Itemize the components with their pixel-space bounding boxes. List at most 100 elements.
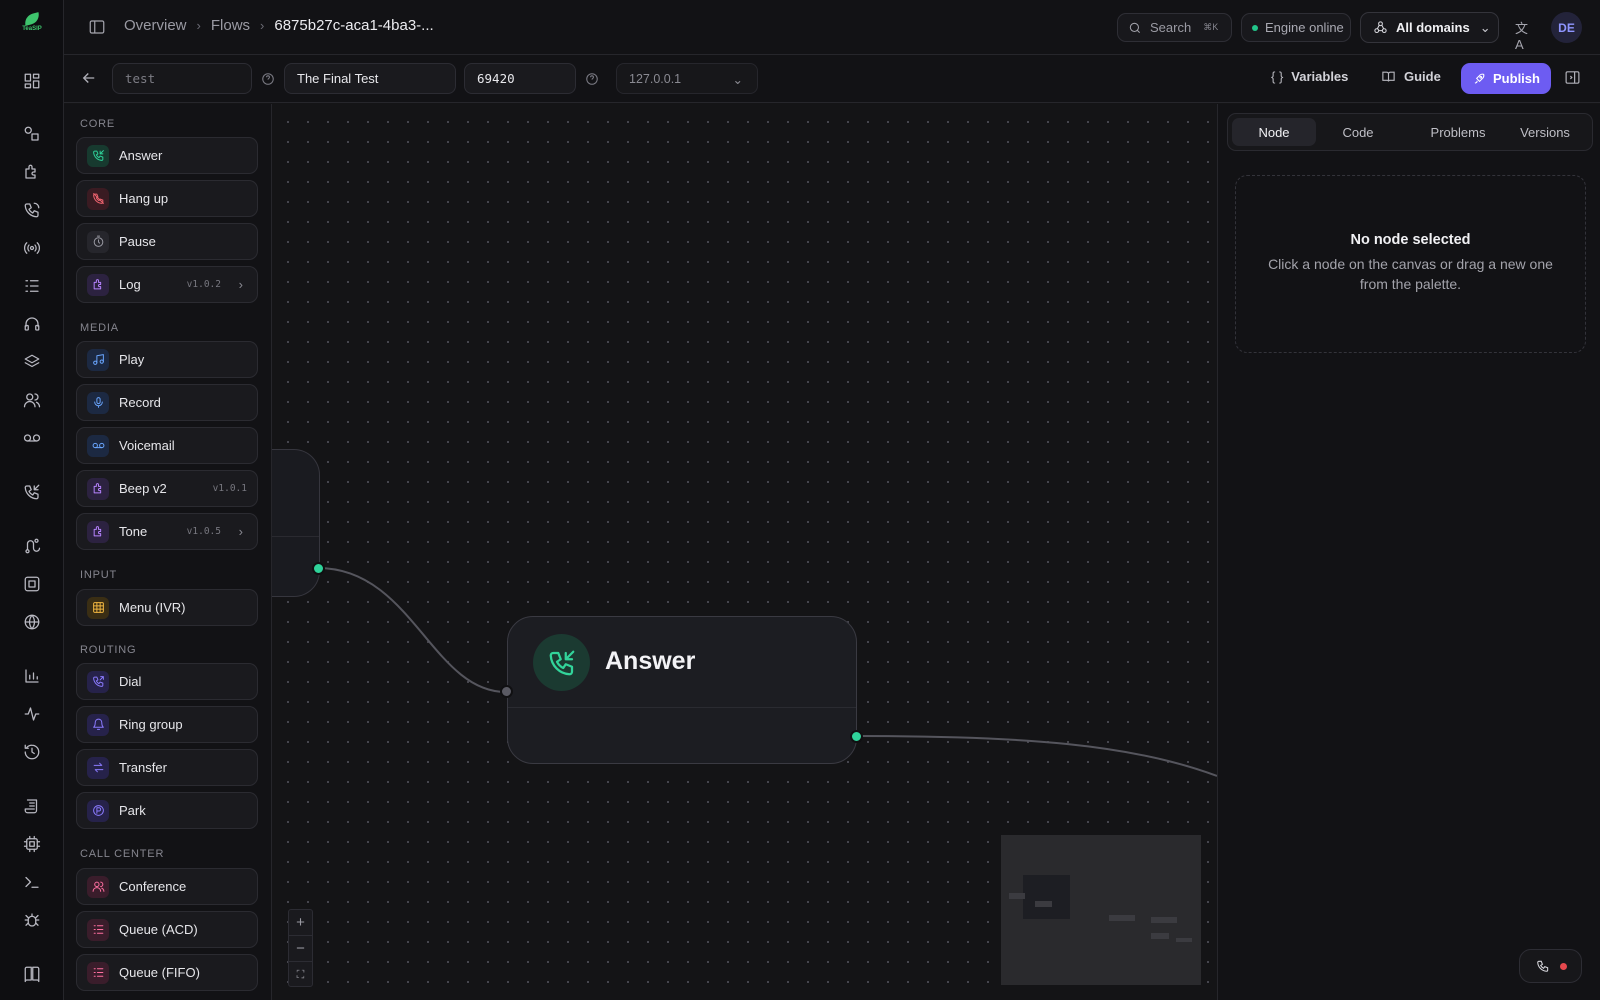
palette-item-queue-acd[interactable]: Queue (ACD)	[76, 911, 258, 948]
book-icon[interactable]	[20, 962, 44, 986]
zoom-in-button[interactable]: +	[289, 910, 312, 936]
zoom-out-button[interactable]: −	[289, 936, 312, 962]
output-handle[interactable]	[312, 562, 325, 575]
panel-toggle-icon[interactable]	[1564, 69, 1581, 86]
palette-item-record[interactable]: Record	[76, 384, 258, 421]
host-select[interactable]: 127.0.0.1 ⌄	[616, 63, 758, 94]
minimap-viewport	[1023, 875, 1070, 919]
headphones-icon[interactable]	[20, 312, 44, 336]
palette-item-queue-fifo[interactable]: Queue (FIFO)	[76, 954, 258, 991]
flow-edge	[855, 735, 1217, 777]
sidebar-toggle-icon[interactable]	[88, 18, 106, 36]
output-handle[interactable]	[850, 730, 863, 743]
palette-item-conference[interactable]: Conference	[76, 868, 258, 905]
fit-view-icon[interactable]: ⛶	[289, 962, 312, 988]
palette-item-hang-up[interactable]: Hang up	[76, 180, 258, 217]
palette-item-label: Log	[119, 277, 141, 292]
input-handle[interactable]	[500, 685, 513, 698]
palette-item-ring-group[interactable]: Ring group	[76, 706, 258, 743]
palette-item-park[interactable]: Park	[76, 792, 258, 829]
chevron-right-icon[interactable]: ›	[239, 277, 243, 292]
flow-canvas[interactable]: Answer + − ⛶	[272, 104, 1217, 1000]
terminal-icon[interactable]	[20, 870, 44, 894]
scroll-icon[interactable]	[20, 794, 44, 818]
breadcrumb-flows[interactable]: Flows	[211, 17, 250, 34]
flow-name-field[interactable]: The Final Test	[284, 63, 456, 94]
puzzle-icon[interactable]	[20, 160, 44, 184]
engine-status-badge[interactable]: Engine online	[1241, 13, 1351, 42]
braces-icon: { }	[1271, 69, 1284, 84]
phone-incoming-icon[interactable]	[20, 480, 44, 504]
palette-item-label: Queue (ACD)	[119, 922, 198, 937]
breadcrumb-current: 6875b27c-aca1-4ba3-...	[274, 17, 434, 34]
domain-selector[interactable]: All domains ⌄	[1360, 12, 1499, 43]
translate-icon[interactable]: 文A	[1515, 18, 1533, 52]
puzzle-icon	[87, 477, 109, 500]
palette-item-tone[interactable]: Tone v1.0.5 ›	[76, 513, 258, 550]
palette-item-voicemail[interactable]: Voicemail	[76, 427, 258, 464]
palette-item-log[interactable]: Log v1.0.2 ›	[76, 266, 258, 303]
palette-item-label: Menu (IVR)	[119, 600, 186, 615]
history-icon[interactable]	[20, 740, 44, 764]
guide-button[interactable]: Guide	[1381, 69, 1441, 84]
list-tree-icon[interactable]	[20, 274, 44, 298]
softphone-button[interactable]	[1519, 949, 1582, 983]
layers-icon[interactable]	[20, 350, 44, 374]
palette-item-answer[interactable]: Answer	[76, 137, 258, 174]
palette-item-dial[interactable]: Dial	[76, 663, 258, 700]
breadcrumb-overview[interactable]: Overview	[124, 17, 187, 34]
teasip-logo[interactable]: TeaSIP	[14, 12, 50, 42]
puzzle-icon	[87, 273, 109, 296]
palette-item-label: Voicemail	[119, 438, 175, 453]
inspector-tabs: Node Code Problems Versions	[1227, 113, 1593, 151]
palette-item-menu-ivr[interactable]: Menu (IVR)	[76, 589, 258, 626]
activity-icon[interactable]	[20, 702, 44, 726]
phone-call-icon[interactable]	[20, 198, 44, 222]
book-open-icon	[1382, 71, 1395, 82]
flow-slug-field[interactable]: test	[112, 63, 252, 94]
cpu-icon[interactable]	[20, 832, 44, 856]
extension-field[interactable]: 69420	[464, 63, 576, 94]
node-title: Answer	[605, 647, 696, 675]
node-palette: CORE Answer Hang up Pause Log v1.0.2 › MEDIA Pla…	[64, 104, 272, 1000]
variables-label: Variables	[1291, 69, 1349, 84]
flow-toolbar: test The Final Test 69420 127.0.0.1 ⌄ { …	[64, 55, 1600, 103]
minimap[interactable]	[1001, 835, 1201, 985]
shapes-icon[interactable]	[20, 122, 44, 146]
node-divider	[272, 536, 319, 537]
minimap-node	[1109, 915, 1135, 921]
rocket-icon	[1474, 73, 1485, 84]
scan-icon[interactable]	[20, 572, 44, 596]
flow-node-start[interactable]	[272, 449, 320, 597]
users-icon[interactable]	[20, 388, 44, 412]
tab-node[interactable]: Node	[1232, 118, 1316, 146]
broadcast-icon[interactable]	[20, 236, 44, 260]
users-icon	[87, 875, 109, 898]
globe-icon[interactable]	[20, 610, 44, 634]
tab-problems[interactable]: Problems	[1408, 118, 1508, 146]
dashboard-icon[interactable]	[20, 69, 44, 93]
palette-item-label: Record	[119, 395, 161, 410]
avatar[interactable]: DE	[1551, 12, 1582, 43]
palette-item-play[interactable]: Play	[76, 341, 258, 378]
back-arrow-icon[interactable]	[80, 69, 98, 87]
bar-chart-icon[interactable]	[20, 664, 44, 688]
route-icon[interactable]	[20, 534, 44, 558]
search-button[interactable]: Search ⌘K	[1117, 13, 1232, 42]
minimap-node	[1009, 893, 1025, 899]
palette-item-pause[interactable]: Pause	[76, 223, 258, 260]
voicemail-icon[interactable]	[20, 426, 44, 450]
tab-versions[interactable]: Versions	[1502, 118, 1588, 146]
publish-button[interactable]: Publish	[1461, 63, 1551, 94]
help-icon[interactable]	[585, 72, 599, 86]
flow-node-answer[interactable]: Answer	[507, 616, 857, 764]
palette-item-beep-v2[interactable]: Beep v2 v1.0.1	[76, 470, 258, 507]
parking-icon	[87, 799, 109, 822]
help-icon[interactable]	[261, 72, 275, 86]
tab-code[interactable]: Code	[1316, 118, 1400, 146]
chevron-right-icon[interactable]: ›	[239, 524, 243, 539]
bell-ring-icon	[87, 713, 109, 736]
palette-item-transfer[interactable]: Transfer	[76, 749, 258, 786]
variables-button[interactable]: { } Variables	[1271, 69, 1348, 84]
bug-icon[interactable]	[20, 908, 44, 932]
